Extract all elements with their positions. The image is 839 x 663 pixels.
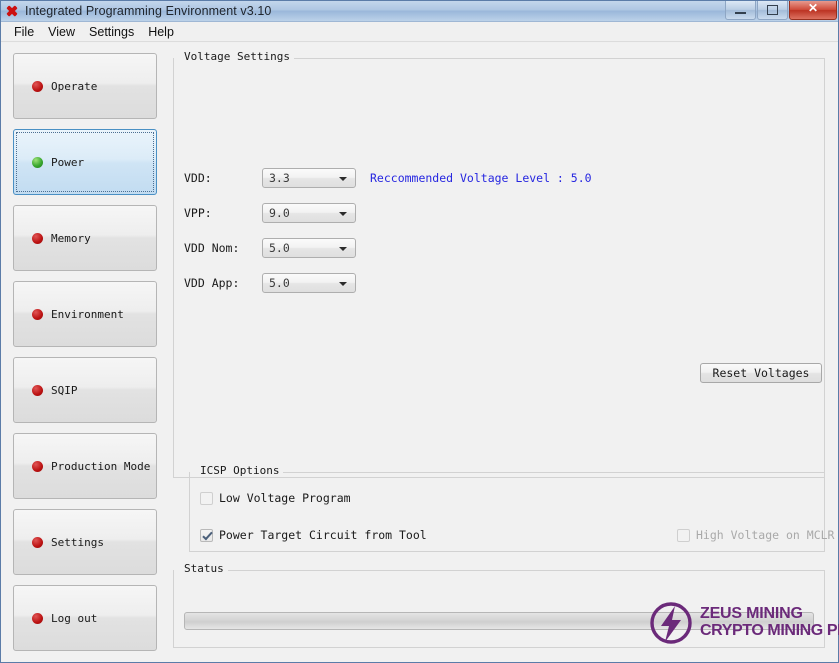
recommended-voltage-hint: Reccommended Voltage Level : 5.0 (370, 171, 592, 185)
sidebar-item-sqip[interactable]: SQIP (13, 357, 157, 423)
sidebar-item-label: Operate (51, 80, 97, 93)
vdd-row: VDD: 3.3 Reccommended Voltage Level : 5.… (184, 168, 592, 188)
menu-item-settings[interactable]: Settings (82, 23, 141, 41)
icsp-options-title: ICSP Options (196, 464, 283, 477)
status-led-red-environment (32, 309, 43, 320)
sidebar-item-label: SQIP (51, 384, 78, 397)
reset-voltages-button[interactable]: Reset Voltages (700, 363, 822, 383)
group-border-line (228, 570, 824, 571)
high-voltage-mclr-row[interactable]: High Voltage on MCLR (677, 527, 834, 543)
vdd-app-dropdown[interactable]: 5.0 (262, 273, 356, 293)
vdd-label: VDD: (184, 171, 262, 185)
sidebar-item-label: Log out (51, 612, 97, 625)
sidebar: Operate Power Memory Environment SQIP Pr (13, 51, 157, 655)
high-voltage-mclr-label: High Voltage on MCLR (696, 528, 834, 542)
power-target-circuit-label: Power Target Circuit from Tool (219, 528, 427, 542)
title-bar: Integrated Programming Environment v3.10… (1, 1, 838, 22)
sidebar-item-label: Memory (51, 232, 91, 245)
vpp-label: VPP: (184, 206, 262, 220)
sidebar-item-label: Settings (51, 536, 104, 549)
status-led-green-power (32, 157, 43, 168)
menu-item-view[interactable]: View (41, 23, 82, 41)
power-target-circuit-checkbox[interactable] (200, 529, 213, 542)
status-progress-bar (184, 612, 814, 630)
chevron-down-icon (339, 282, 347, 286)
low-voltage-program-checkbox[interactable] (200, 492, 213, 505)
low-voltage-program-label: Low Voltage Program (219, 491, 351, 505)
window-title: Integrated Programming Environment v3.10 (25, 4, 272, 18)
maximize-icon (767, 5, 778, 15)
vdd-nom-dropdown[interactable]: 5.0 (262, 238, 356, 258)
icsp-options-group: ICSP Options Low Voltage Program Power T… (189, 472, 825, 552)
vdd-app-value: 5.0 (263, 276, 290, 290)
close-icon: ✕ (790, 3, 836, 13)
sidebar-item-label: Production Mode (51, 460, 150, 473)
vdd-dropdown[interactable]: 3.3 (262, 168, 356, 188)
sidebar-item-operate[interactable]: Operate (13, 53, 157, 119)
sidebar-item-settings[interactable]: Settings (13, 509, 157, 575)
status-group: Status (173, 570, 825, 648)
minimize-icon (735, 12, 746, 14)
status-led-red-settings (32, 537, 43, 548)
vdd-nom-value: 5.0 (263, 241, 290, 255)
maximize-button[interactable] (757, 1, 788, 20)
vdd-value: 3.3 (263, 171, 290, 185)
vpp-row: VPP: 9.0 (184, 203, 356, 223)
sidebar-item-memory[interactable]: Memory (13, 205, 157, 271)
sidebar-item-power[interactable]: Power (13, 129, 157, 195)
vpp-value: 9.0 (263, 206, 290, 220)
sidebar-item-label: Environment (51, 308, 124, 321)
main-panel: Voltage Settings VDD: 3.3 Reccommended V… (169, 47, 829, 657)
status-led-red-operate (32, 81, 43, 92)
status-led-red-sqip (32, 385, 43, 396)
vdd-nom-label: VDD Nom: (184, 241, 262, 255)
sidebar-item-environment[interactable]: Environment (13, 281, 157, 347)
power-target-circuit-row[interactable]: Power Target Circuit from Tool (200, 527, 427, 543)
sidebar-item-log-out[interactable]: Log out (13, 585, 157, 651)
minimize-button[interactable] (725, 1, 756, 20)
menu-bar: File View Settings Help (1, 22, 838, 42)
vdd-app-row: VDD App: 5.0 (184, 273, 356, 293)
group-border-line (276, 472, 824, 473)
status-title: Status (180, 562, 228, 575)
chevron-down-icon (339, 247, 347, 251)
close-button[interactable]: ✕ (789, 1, 837, 20)
window-controls: ✕ (724, 1, 837, 21)
application-window: Integrated Programming Environment v3.10… (0, 0, 839, 663)
sidebar-item-label: Power (51, 156, 84, 169)
vpp-dropdown[interactable]: 9.0 (262, 203, 356, 223)
high-voltage-mclr-checkbox[interactable] (677, 529, 690, 542)
low-voltage-program-row[interactable]: Low Voltage Program (200, 490, 351, 506)
vdd-nom-row: VDD Nom: 5.0 (184, 238, 356, 258)
sidebar-item-production-mode[interactable]: Production Mode (13, 433, 157, 499)
menu-item-help[interactable]: Help (141, 23, 181, 41)
chevron-down-icon (339, 177, 347, 181)
status-led-red-memory (32, 233, 43, 244)
voltage-settings-group: Voltage Settings VDD: 3.3 Reccommended V… (173, 58, 825, 478)
body-area: Operate Power Memory Environment SQIP Pr (1, 43, 838, 662)
group-border-line (282, 58, 824, 59)
vdd-app-label: VDD App: (184, 276, 262, 290)
menu-item-file[interactable]: File (7, 23, 41, 41)
chevron-down-icon (339, 212, 347, 216)
status-led-red-production-mode (32, 461, 43, 472)
app-x-icon (4, 3, 20, 19)
voltage-settings-title: Voltage Settings (180, 50, 294, 63)
status-led-red-log-out (32, 613, 43, 624)
